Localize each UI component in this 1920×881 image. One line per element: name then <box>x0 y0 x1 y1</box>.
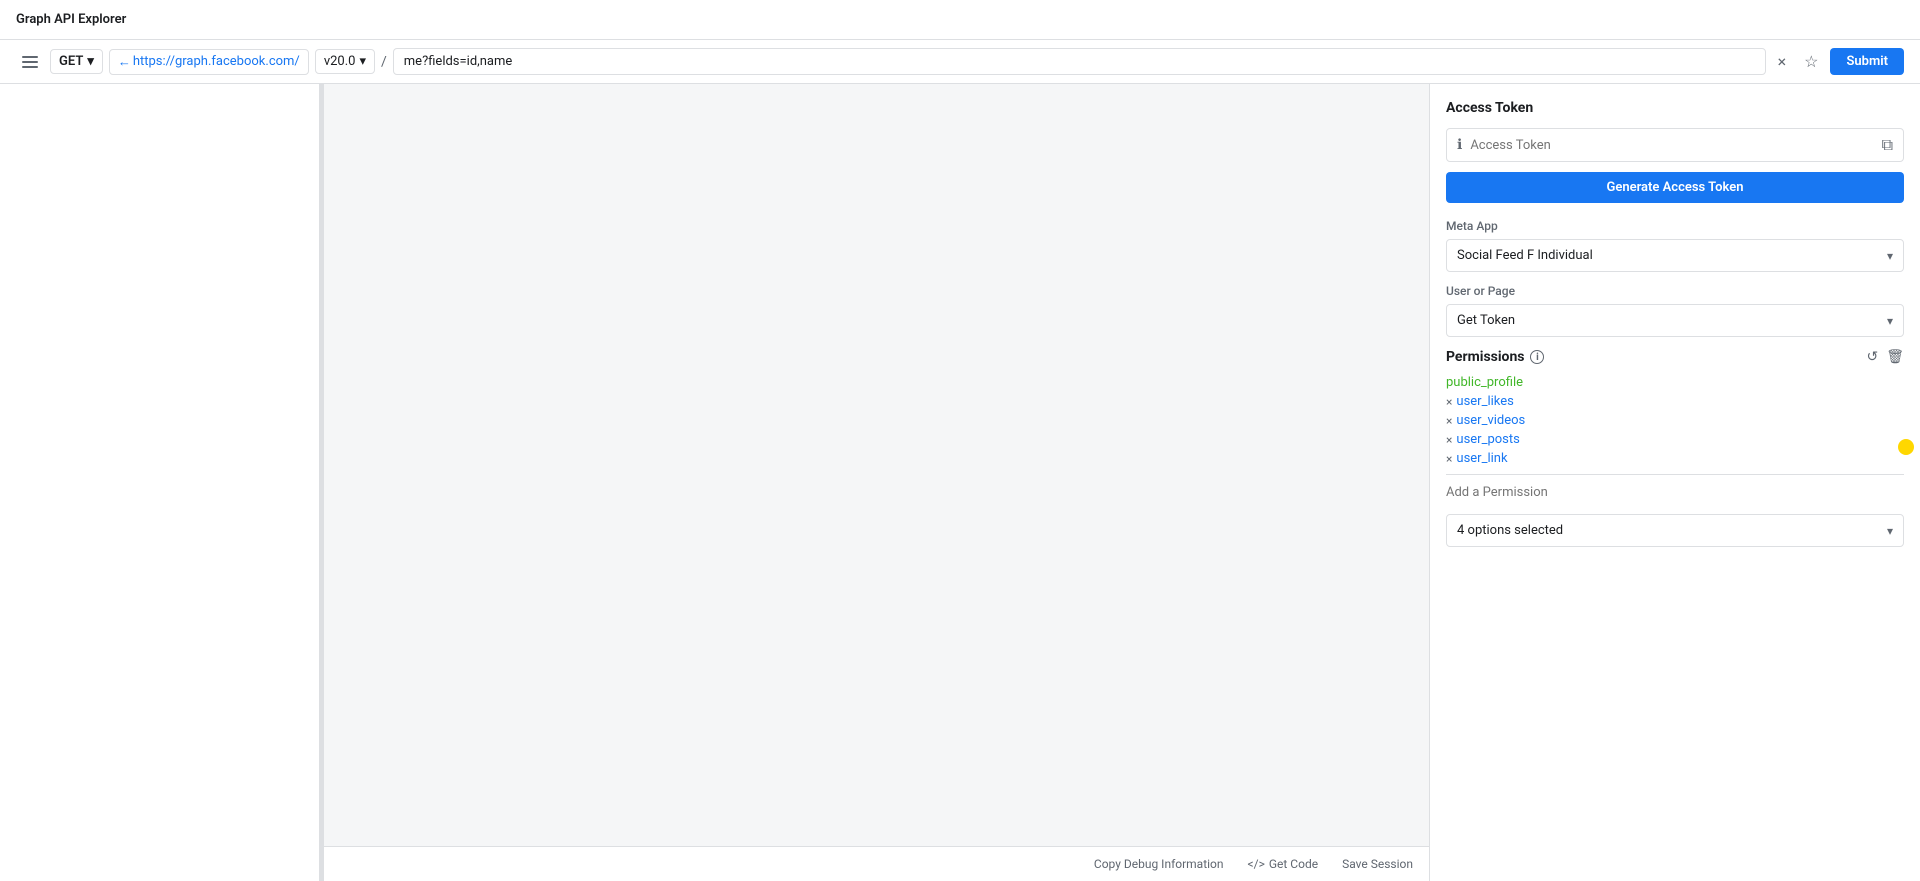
code-icon: </> <box>1248 857 1265 871</box>
user-or-page-section: User or Page Get Token ▾ <box>1446 284 1904 337</box>
permissions-title: Permissions <box>1446 349 1524 365</box>
meta-app-chevron-icon: ▾ <box>1887 249 1893 263</box>
meta-app-selected: Social Feed F Individual <box>1457 248 1593 263</box>
center-panel: Copy Debug Information </> Get Code Save… <box>324 84 1430 881</box>
permission-user-likes: × user_likes <box>1446 394 1904 409</box>
yellow-dot-indicator <box>1898 439 1914 455</box>
save-session-button[interactable]: Save Session <box>1342 857 1413 871</box>
clear-button[interactable]: × <box>1772 50 1793 73</box>
options-selected-text: 4 options selected <box>1457 523 1563 538</box>
add-permission-row <box>1446 474 1904 504</box>
permission-name-user-likes: user_likes <box>1456 394 1513 409</box>
center-footer: Copy Debug Information </> Get Code Save… <box>324 846 1429 881</box>
token-copy-button[interactable]: ⧉ <box>1882 135 1893 155</box>
permission-user-posts: × user_posts <box>1446 432 1904 447</box>
permission-remove-user-posts[interactable]: × <box>1446 433 1452 447</box>
options-selected-dropdown[interactable]: 4 options selected ▾ <box>1446 514 1904 547</box>
user-or-page-dropdown[interactable]: Get Token ▾ <box>1446 304 1904 337</box>
meta-app-section: Meta App Social Feed F Individual ▾ <box>1446 219 1904 272</box>
add-permission-input[interactable] <box>1446 481 1904 504</box>
permission-name-public-profile: public_profile <box>1446 375 1523 390</box>
access-token-input-row: ℹ ⧉ <box>1446 128 1904 162</box>
meta-app-dropdown[interactable]: Social Feed F Individual ▾ <box>1446 239 1904 272</box>
version-dropdown[interactable]: v20.0 ▾ <box>315 49 375 74</box>
permission-remove-user-link[interactable]: × <box>1446 452 1452 466</box>
generate-access-token-button[interactable]: Generate Access Token <box>1446 172 1904 203</box>
permission-user-videos: × user_videos <box>1446 413 1904 428</box>
permission-name-user-link: user_link <box>1456 451 1507 466</box>
meta-app-label: Meta App <box>1446 219 1904 233</box>
hamburger-menu-button[interactable] <box>16 52 44 72</box>
access-token-input[interactable] <box>1470 138 1873 153</box>
user-or-page-chevron-icon: ▾ <box>1887 314 1893 328</box>
options-selected-chevron-icon: ▾ <box>1887 524 1893 538</box>
method-dropdown[interactable]: GET ▾ <box>50 49 103 74</box>
toolbar: GET ▾ ← https://graph.facebook.com/ v20.… <box>0 40 1920 84</box>
arrow-left-icon: ← <box>118 54 131 70</box>
access-token-title: Access Token <box>1446 100 1904 116</box>
query-input[interactable] <box>393 48 1766 75</box>
permission-user-link: × user_link <box>1446 451 1904 466</box>
permissions-section: Permissions i ↺ 🗑 public_profile × user_… <box>1446 349 1904 547</box>
permissions-header: Permissions i ↺ 🗑 <box>1446 349 1904 365</box>
version-label: v20.0 <box>324 54 356 69</box>
get-code-label: Get Code <box>1269 857 1318 871</box>
base-url-text: https://graph.facebook.com/ <box>133 54 300 69</box>
app-title: Graph API Explorer <box>16 12 126 27</box>
star-button[interactable]: ☆ <box>1798 50 1824 73</box>
right-panel: Access Token ℹ ⧉ Generate Access Token M… <box>1430 84 1920 881</box>
copy-debug-label: Copy Debug Information <box>1094 857 1224 871</box>
user-or-page-label: User or Page <box>1446 284 1904 298</box>
save-session-label: Save Session <box>1342 857 1413 871</box>
permissions-list: public_profile × user_likes × user_video… <box>1446 375 1904 466</box>
method-chevron-icon: ▾ <box>87 54 94 69</box>
top-bar: Graph API Explorer <box>0 0 1920 40</box>
permissions-actions: ↺ 🗑 <box>1866 349 1904 365</box>
permission-remove-user-likes[interactable]: × <box>1446 395 1452 409</box>
base-url-display: ← https://graph.facebook.com/ <box>109 49 309 75</box>
permissions-reset-button[interactable]: ↺ <box>1866 349 1878 365</box>
info-icon: ℹ <box>1457 137 1462 153</box>
permission-name-user-posts: user_posts <box>1456 432 1519 447</box>
main-layout: Copy Debug Information </> Get Code Save… <box>0 84 1920 881</box>
path-separator: / <box>381 54 387 70</box>
copy-debug-button[interactable]: Copy Debug Information <box>1094 857 1224 871</box>
method-label: GET <box>59 54 83 69</box>
user-or-page-selected: Get Token <box>1457 313 1515 328</box>
permission-remove-user-videos[interactable]: × <box>1446 414 1452 428</box>
left-panel <box>0 84 320 881</box>
permission-public-profile: public_profile <box>1446 375 1904 390</box>
get-code-button[interactable]: </> Get Code <box>1248 857 1319 871</box>
permissions-delete-button[interactable]: 🗑 <box>1886 349 1904 365</box>
permissions-info-icon[interactable]: i <box>1530 350 1544 364</box>
submit-button[interactable]: Submit <box>1830 48 1904 75</box>
permission-name-user-videos: user_videos <box>1456 413 1525 428</box>
version-chevron-icon: ▾ <box>359 54 366 69</box>
permissions-title-row: Permissions i <box>1446 349 1544 365</box>
center-content-area <box>324 84 1429 846</box>
